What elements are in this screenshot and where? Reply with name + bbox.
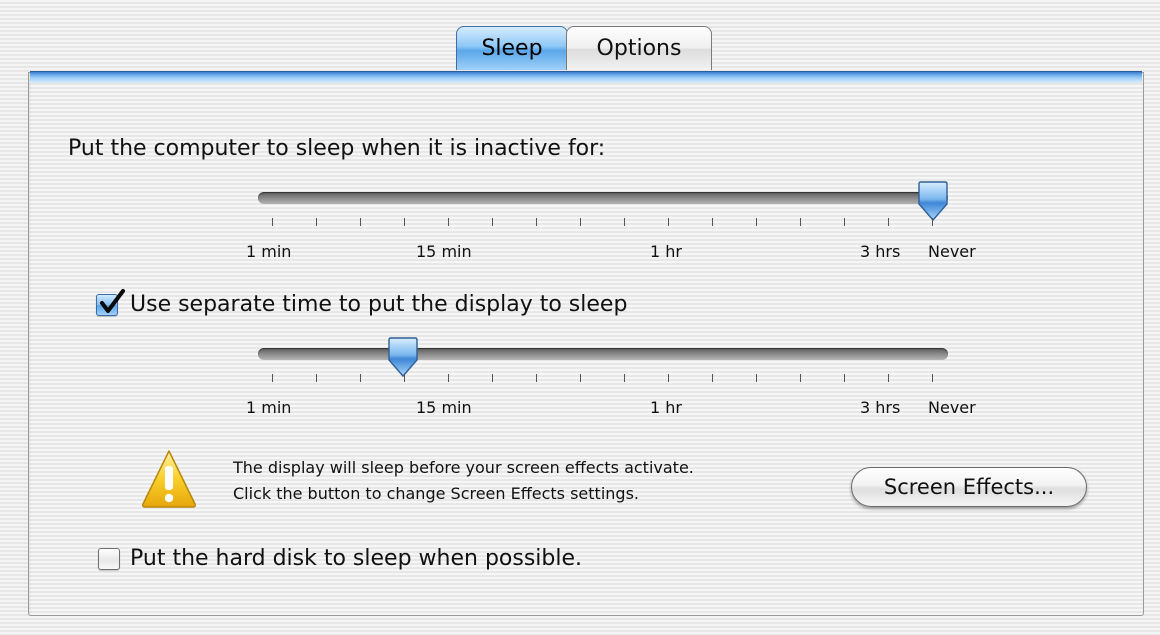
slider-tick <box>800 374 801 382</box>
computer-sleep-slider-thumb[interactable] <box>918 180 948 224</box>
slider-tick <box>272 374 273 382</box>
slider-tick <box>404 218 405 226</box>
slider-tick <box>536 218 537 226</box>
slider-tick <box>756 218 757 226</box>
display-sleep-checkbox[interactable] <box>96 289 125 316</box>
slider-tick <box>316 374 317 382</box>
slider-tick <box>624 374 625 382</box>
slider-tick <box>800 218 801 226</box>
slider-tick <box>888 218 889 226</box>
tick-label-1-min: 1 min <box>246 398 292 417</box>
display-sleep-slider-track[interactable] <box>258 348 948 360</box>
tick-label-never: Never <box>928 242 976 261</box>
screen-effects-button[interactable]: Screen Effects... <box>851 467 1087 507</box>
tick-label-1-hr: 1 hr <box>650 242 682 261</box>
warning-text-line-1: The display will sleep before your scree… <box>233 458 694 477</box>
slider-tick <box>404 374 405 382</box>
slider-tick <box>580 374 581 382</box>
slider-tick <box>316 218 317 226</box>
warning-triangle-icon <box>142 450 196 508</box>
slider-tick <box>580 218 581 226</box>
slider-tick <box>712 218 713 226</box>
screen-effects-button-label: Screen Effects... <box>883 475 1055 499</box>
checkmark-icon <box>100 289 125 313</box>
slider-tick <box>536 374 537 382</box>
slider-tick <box>448 374 449 382</box>
display-sleep-slider-thumb[interactable] <box>388 336 418 380</box>
hard-disk-sleep-checkbox[interactable] <box>98 548 120 570</box>
slider-tick <box>932 218 933 226</box>
display-sleep-checkbox-label[interactable]: Use separate time to put the display to … <box>130 292 627 317</box>
computer-sleep-slider[interactable]: 1 min 15 min 1 hr 3 hrs Never <box>246 180 976 280</box>
tick-label-15-min: 15 min <box>416 242 472 261</box>
warning-text-line-2: Click the button to change Screen Effect… <box>233 484 639 503</box>
slider-tick <box>360 374 361 382</box>
tick-label-15-min: 15 min <box>416 398 472 417</box>
slider-tick <box>668 374 669 382</box>
slider-tick <box>624 218 625 226</box>
slider-tick <box>844 374 845 382</box>
tick-label-never: Never <box>928 398 976 417</box>
tab-sleep[interactable]: Sleep <box>456 26 568 70</box>
tab-sleep-label: Sleep <box>481 36 543 61</box>
slider-tick <box>272 218 273 226</box>
tick-label-1-hr: 1 hr <box>650 398 682 417</box>
tick-label-1-min: 1 min <box>246 242 292 261</box>
slider-tick <box>448 218 449 226</box>
display-sleep-slider[interactable]: 1 min 15 min 1 hr 3 hrs Never <box>246 336 976 436</box>
computer-sleep-label: Put the computer to sleep when it is ina… <box>68 136 606 161</box>
slider-tick <box>888 374 889 382</box>
slider-tick <box>932 374 933 382</box>
tab-options[interactable]: Options <box>566 26 712 70</box>
slider-tick <box>492 374 493 382</box>
slider-tick <box>668 218 669 226</box>
tick-label-3-hrs: 3 hrs <box>860 398 901 417</box>
tab-options-label: Options <box>596 36 682 61</box>
slider-tick <box>756 374 757 382</box>
hard-disk-sleep-checkbox-label[interactable]: Put the hard disk to sleep when possible… <box>130 546 582 571</box>
tab-underline <box>30 71 1142 83</box>
slider-tick <box>844 218 845 226</box>
slider-tick <box>360 218 361 226</box>
computer-sleep-slider-track[interactable] <box>258 192 948 204</box>
slider-tick <box>712 374 713 382</box>
tick-label-3-hrs: 3 hrs <box>860 242 901 261</box>
tab-bar: Sleep Options <box>456 26 712 72</box>
slider-tick <box>492 218 493 226</box>
